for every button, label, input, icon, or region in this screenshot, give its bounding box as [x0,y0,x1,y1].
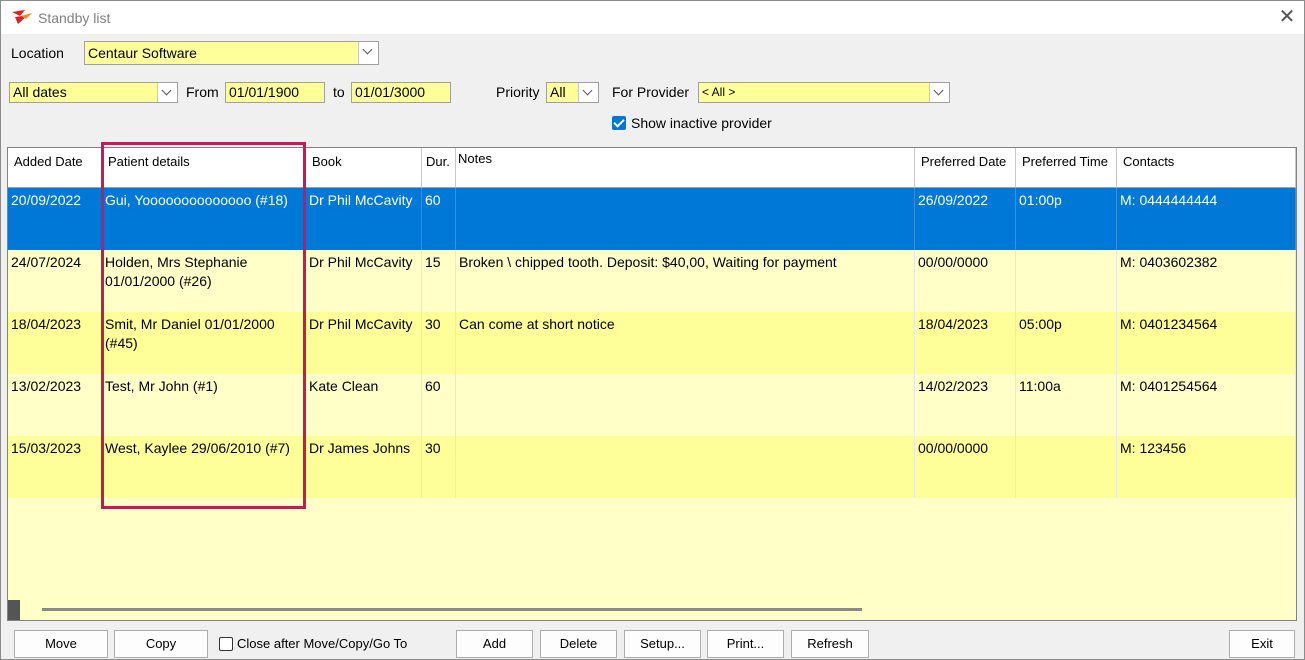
priority-combo[interactable]: All [546,82,599,103]
cell-preferred-date: 18/04/2023 [915,312,1016,374]
cell-contacts: M: 0403602382 [1117,250,1296,312]
cell-preferred-time [1016,436,1117,498]
chevron-down-icon [362,44,373,55]
cell-book: Kate Clean [306,374,422,436]
chevron-down-icon [161,85,172,96]
cell-preferred-time [1016,250,1117,312]
cell-contacts: M: 0401254564 [1117,374,1296,436]
cell-added-date: 24/07/2024 [8,250,102,312]
cell-added-date: 20/09/2022 [8,188,102,250]
location-combo[interactable]: Centaur Software [84,41,379,65]
cell-dur: 60 [422,188,456,250]
standby-list-window: Standby list ✕ Location Centaur Software… [0,0,1305,660]
from-label: From [186,84,219,100]
provider-value: < All > [702,85,736,99]
move-button[interactable]: Move [14,630,108,658]
show-inactive-checkbox[interactable] [612,116,626,130]
chevron-down-icon [933,85,944,96]
cell-preferred-date: 26/09/2022 [915,188,1016,250]
cell-notes: Can come at short notice [456,312,915,374]
cell-book: Dr Phil McCavity [306,250,422,312]
cell-notes [456,188,915,250]
header-preferred-date[interactable]: Preferred Date [915,148,1016,188]
cell-preferred-date: 00/00/0000 [915,250,1016,312]
cell-notes [456,374,915,436]
chevron-down-icon [582,85,593,96]
cell-added-date: 13/02/2023 [8,374,102,436]
close-after-checkbox[interactable] [219,637,233,651]
copy-button[interactable]: Copy [114,630,208,658]
delete-button[interactable]: Delete [540,630,617,658]
cell-dur: 15 [422,250,456,312]
header-preferred-time[interactable]: Preferred Time [1016,148,1117,188]
cell-dur: 30 [422,312,456,374]
cell-book: Dr James Johns [306,436,422,498]
patient-details-highlight-box [101,142,306,509]
cell-added-date: 15/03/2023 [8,436,102,498]
header-added-date[interactable]: Added Date [8,148,102,188]
location-label: Location [11,45,64,61]
header-book[interactable]: Book [306,148,422,188]
add-button[interactable]: Add [456,630,533,658]
location-value: Centaur Software [88,45,197,61]
cell-preferred-time: 11:00a [1016,374,1117,436]
print-button[interactable]: Print... [707,630,784,658]
cell-book: Dr Phil McCavity [306,188,422,250]
cell-contacts: M: 0444444444 [1117,188,1296,250]
header-notes[interactable]: Notes [456,148,915,188]
horizontal-scrollbar-track[interactable] [42,608,862,611]
cell-book: Dr Phil McCavity [306,312,422,374]
provider-dropdown-button[interactable] [929,83,949,102]
horizontal-scrollbar-thumb[interactable] [8,600,20,620]
location-dropdown-button[interactable] [358,42,378,64]
close-after-label: Close after Move/Copy/Go To [237,636,408,651]
priority-label: Priority [496,84,540,100]
priority-value: All [550,84,566,100]
to-date-input[interactable]: 01/01/3000 [351,82,451,103]
cell-contacts: M: 0401234564 [1117,312,1296,374]
date-range-value: All dates [13,84,67,100]
cell-dur: 60 [422,374,456,436]
app-logo-icon [12,10,32,24]
cell-preferred-time: 01:00p [1016,188,1117,250]
provider-combo[interactable]: < All > [698,82,950,103]
cell-contacts: M: 123456 [1117,436,1296,498]
priority-dropdown-button[interactable] [578,83,598,102]
header-contacts[interactable]: Contacts [1117,148,1296,188]
exit-button[interactable]: Exit [1229,630,1295,658]
cell-preferred-time: 05:00p [1016,312,1117,374]
cell-added-date: 18/04/2023 [8,312,102,374]
date-range-combo[interactable]: All dates [9,82,178,103]
cell-dur: 30 [422,436,456,498]
cell-preferred-date: 14/02/2023 [915,374,1016,436]
show-inactive-label: Show inactive provider [631,115,772,131]
date-range-dropdown-button[interactable] [157,83,177,102]
title-bar: Standby list ✕ [1,1,1304,34]
close-icon[interactable]: ✕ [1276,5,1298,29]
window-title: Standby list [38,10,111,26]
setup-button[interactable]: Setup... [624,630,701,658]
header-dur[interactable]: Dur. [422,148,456,188]
refresh-button[interactable]: Refresh [791,630,869,658]
from-date-input[interactable]: 01/01/1900 [225,82,325,103]
cell-notes [456,436,915,498]
cell-notes: Broken \ chipped tooth. Deposit: $40,00,… [456,250,915,312]
cell-preferred-date: 00/00/0000 [915,436,1016,498]
provider-label: For Provider [612,84,690,100]
to-label: to [333,84,345,100]
